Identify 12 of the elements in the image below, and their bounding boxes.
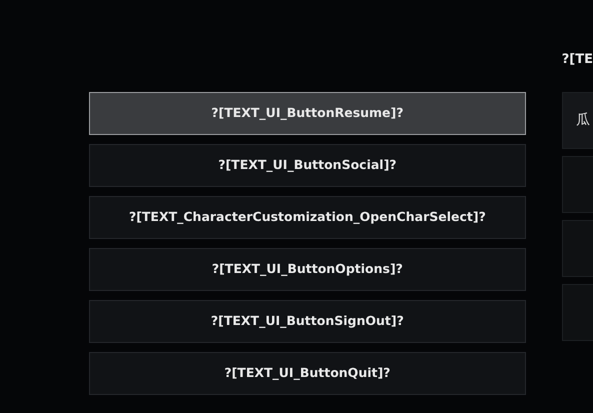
menu-button[interactable]: ?[TEXT_UI_ButtonResume]? xyxy=(89,92,526,135)
slot-tile[interactable] xyxy=(562,284,593,341)
menu-button[interactable]: ?[TEXT_UI_ButtonSignOut]? xyxy=(89,300,526,343)
slot-tile[interactable] xyxy=(562,156,593,213)
slot-label: 瓜 xyxy=(576,111,590,130)
slot-tile[interactable] xyxy=(562,220,593,277)
menu-button[interactable]: ?[TEXT_UI_ButtonQuit]? xyxy=(89,352,526,395)
panel-heading: ?[TE xyxy=(562,51,593,69)
menu-button[interactable]: ?[TEXT_UI_ButtonSocial]? xyxy=(89,144,526,187)
menu-button[interactable]: ?[TEXT_UI_ButtonOptions]? xyxy=(89,248,526,291)
slot-tile[interactable]: 瓜 xyxy=(562,92,593,149)
menu-button[interactable]: ?[TEXT_CharacterCustomization_OpenCharSelect]? xyxy=(89,196,526,239)
